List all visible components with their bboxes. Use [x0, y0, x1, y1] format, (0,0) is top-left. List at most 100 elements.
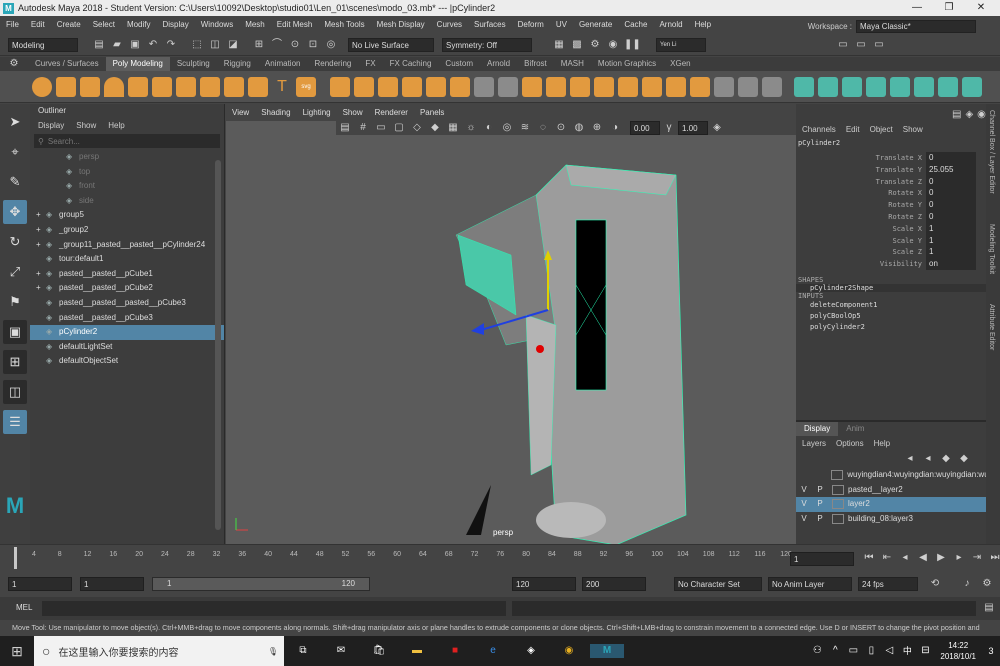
cb-attr-value[interactable]: 1 [926, 222, 976, 235]
menu-modify[interactable]: Modify [121, 16, 157, 34]
cb-attr-value[interactable]: 1 [926, 246, 976, 259]
cb-input[interactable]: polyCylinder2 [796, 322, 986, 333]
windows-start-icon[interactable]: ⊞ [2, 644, 32, 658]
layer-visibility-toggle[interactable]: V [796, 512, 812, 527]
extrude-icon[interactable] [570, 76, 590, 97]
battery-icon[interactable]: ▯ [864, 644, 878, 658]
xray-joints-icon[interactable]: ⊕ [590, 121, 604, 135]
cb-icon[interactable]: ◉ [977, 108, 986, 122]
vp-menu-shading[interactable]: Shading [255, 104, 296, 121]
redo-icon[interactable]: ↷ [164, 38, 178, 52]
boolean-icon[interactable] [426, 76, 446, 97]
cb-attr-row[interactable]: Scale X 1 [796, 222, 986, 235]
shelf-tab-rendering[interactable]: Rendering [307, 57, 358, 71]
cb-attr-row[interactable]: Visibility on [796, 258, 986, 270]
scale-tool-icon[interactable]: ⤢ [3, 260, 27, 284]
cb-attr-value[interactable]: 0 [926, 199, 976, 211]
outliner-menu-display[interactable]: Display [38, 121, 64, 130]
duplicate-face-icon[interactable] [914, 76, 934, 97]
script-editor-icon[interactable]: ▤ [982, 601, 996, 615]
select-tool-icon[interactable]: ➤ [3, 110, 27, 134]
maximize-button[interactable]: ❐ [934, 0, 964, 16]
fps-dropdown[interactable]: 24 fps [858, 577, 918, 591]
snap-grid-icon[interactable]: ⊞ [252, 38, 266, 52]
layer-color-swatch[interactable] [832, 484, 844, 495]
outliner-menu-show[interactable]: Show [76, 121, 96, 130]
layer-visibility-toggle[interactable]: V [796, 497, 812, 512]
microphone-icon[interactable]: 🎙 [268, 647, 278, 656]
isolate-select-icon[interactable]: ⊙ [554, 121, 568, 135]
toggle-panel-icon[interactable]: ▭ [872, 38, 886, 52]
cb-attr-row[interactable]: Translate X0 [796, 152, 986, 164]
outliner-search-input[interactable]: Search... [48, 137, 80, 146]
menu-generate[interactable]: Generate [573, 16, 618, 34]
extract-icon[interactable] [378, 76, 398, 97]
loop-icon[interactable]: ⟲ [928, 577, 942, 591]
menu-mesh[interactable]: Mesh [239, 16, 271, 34]
expand-icon[interactable]: + [36, 238, 46, 253]
multi-cut-icon[interactable] [714, 76, 734, 97]
outliner-row[interactable]: + ◈ _group11_pasted__pasted__pCylinder24 [30, 238, 224, 253]
mel-label[interactable]: MEL [16, 603, 32, 612]
cb-attr-row[interactable]: Translate Z0 [796, 175, 986, 188]
step-back-icon[interactable]: ◂ [898, 551, 912, 565]
target-weld-icon[interactable] [738, 76, 758, 97]
cb-menu-channels[interactable]: Channels [802, 125, 836, 134]
range-bar[interactable]: 1 120 [152, 577, 370, 591]
menu-display[interactable]: Display [157, 16, 195, 34]
time-slider[interactable]: 4 8 12 16 20 24 28 32 36 40 44 48 52 56 60 64 68 72 76 80 84… [0, 544, 1000, 572]
layer-visibility-toggle[interactable]: V [796, 483, 812, 498]
cb-attr-row[interactable]: Scale Z1 [796, 246, 986, 259]
platonic-solid-icon[interactable] [200, 76, 220, 97]
film-gate-icon[interactable]: ▭ [374, 121, 388, 135]
outliner-search[interactable]: ⚲ Search... [34, 134, 220, 148]
cb-menu-show[interactable]: Show [903, 125, 923, 134]
layer-tab-anim[interactable]: Anim [838, 422, 872, 436]
menu-arnold[interactable]: Arnold [653, 16, 688, 34]
outliner-row[interactable]: ◈ pasted__pasted__pCube3 [30, 311, 224, 326]
outliner-scrollbar[interactable] [215, 160, 221, 530]
lasso-tool-icon[interactable]: ⌖ [3, 140, 27, 164]
user-dropdown[interactable]: Yen Li [656, 37, 706, 52]
cb-shape[interactable]: pCylinder2Shape [796, 283, 986, 292]
snap-view-icon[interactable]: ⊡ [306, 38, 320, 52]
layer-playback-toggle[interactable]: P [812, 483, 828, 498]
exposure-icon[interactable]: ◑ [608, 121, 622, 135]
auto-uv-icon[interactable] [498, 76, 518, 97]
shelf-tab-sculpting[interactable]: Sculpting [170, 57, 217, 71]
volume-icon[interactable]: ◁ [882, 644, 896, 658]
fill-hole-icon[interactable] [522, 76, 542, 97]
poly-plane-icon[interactable] [152, 76, 172, 97]
slide-edge-icon[interactable] [690, 76, 710, 97]
cb-menu-edit[interactable]: Edit [846, 125, 860, 134]
layer-playback-toggle[interactable]: P [812, 512, 828, 527]
shelf-tab-custom[interactable]: Custom [438, 57, 480, 71]
layer-menu-options[interactable]: Options [836, 439, 864, 448]
ime-indicator[interactable]: 中 [900, 644, 914, 658]
shelf-tab-animation[interactable]: Animation [258, 57, 308, 71]
cb-attr-row[interactable]: Rotate Z0 [796, 210, 986, 223]
shelf-tab-arnold[interactable]: Arnold [480, 57, 517, 71]
layer-color-swatch[interactable] [832, 499, 844, 510]
edge-icon[interactable]: e [476, 644, 510, 658]
step-forward-key-icon[interactable]: ⇥ [970, 551, 984, 565]
time-cursor[interactable] [14, 547, 17, 569]
poly-cone-icon[interactable] [104, 76, 124, 97]
menu-uv[interactable]: UV [550, 16, 573, 34]
color-management-icon[interactable]: ◈ [710, 121, 724, 135]
cb-attr-value[interactable]: on [926, 258, 976, 270]
outliner-row[interactable]: ◈ side [30, 194, 224, 209]
single-pane-icon[interactable]: ▣ [3, 320, 27, 344]
play-backward-icon[interactable]: ◀ [916, 551, 930, 565]
menu-mesh-display[interactable]: Mesh Display [371, 16, 431, 34]
ime-mode-icon[interactable]: ⊟ [918, 644, 932, 658]
select-component-icon[interactable]: ◪ [226, 38, 240, 52]
menu-windows[interactable]: Windows [195, 16, 239, 34]
bevel-icon[interactable] [594, 76, 614, 97]
menu-select[interactable]: Select [87, 16, 121, 34]
gamma-icon[interactable]: γ [662, 121, 676, 135]
quad-draw-icon[interactable] [762, 76, 782, 97]
taskbar-search[interactable]: ○ 在这里输入你要搜索的内容 🎙 [34, 636, 284, 666]
wedge-face-icon[interactable] [866, 76, 886, 97]
open-scene-icon[interactable]: ▰ [110, 38, 124, 52]
